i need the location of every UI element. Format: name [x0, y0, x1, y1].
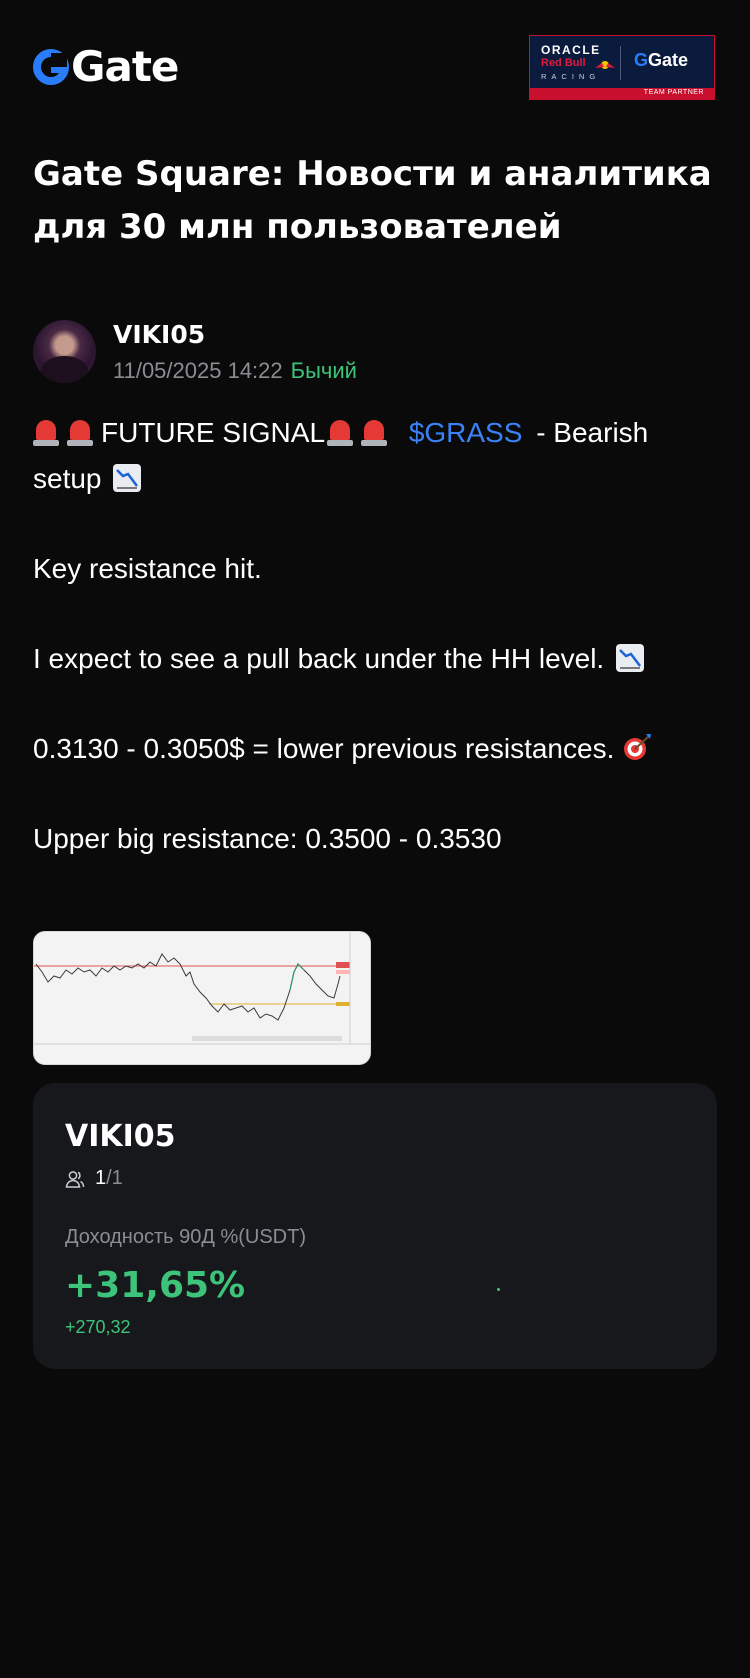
post-line-signal: FUTURE SIGNAL $GRASS - Bearish setup	[33, 410, 723, 502]
partner-badge[interactable]: ORACLE Red Bull RACING GGate TEAM PARTNE…	[529, 35, 715, 100]
sparkline	[497, 1288, 500, 1291]
badge-divider	[620, 46, 621, 80]
roi-value: +31,65%	[65, 1265, 246, 1306]
ticker-link[interactable]: $GRASS	[409, 417, 523, 448]
signal-label: FUTURE SIGNAL	[101, 417, 326, 448]
chart-image[interactable]	[33, 931, 371, 1065]
trader-name: VIKI05	[65, 1119, 176, 1154]
author-row: VIKI05 11/05/2025 14:22 Бычий	[33, 320, 723, 384]
chart-decreasing-icon	[616, 644, 644, 672]
post-line-pullback: I expect to see a pull back under the HH…	[33, 636, 723, 682]
author-name[interactable]: VIKI05	[113, 320, 205, 349]
post-line-targets: 0.3130 - 0.3050$ = lower previous resist…	[33, 726, 723, 772]
post-body: FUTURE SIGNAL $GRASS - Bearish setup Key…	[33, 410, 723, 862]
redbull-wordmark: Red Bull	[541, 57, 586, 69]
sentiment-badge: Бычий	[290, 358, 357, 383]
siren-icon	[67, 418, 93, 446]
chart-image-preview	[34, 932, 370, 1064]
post-timestamp: 11/05/2025 14:22	[113, 358, 283, 383]
partner-strip: TEAM PARTNER	[530, 88, 714, 99]
avatar[interactable]	[33, 320, 96, 383]
siren-icon	[33, 418, 59, 446]
brand-name: Gate	[71, 42, 179, 91]
team-partner-label: TEAM PARTNER	[643, 89, 704, 96]
chart-decreasing-icon	[113, 464, 142, 492]
author-meta: 11/05/2025 14:22 Бычий	[113, 358, 357, 384]
target-icon	[624, 734, 652, 760]
gate-logo-icon	[33, 49, 69, 85]
trader-card[interactable]: VIKI05 1/1 Доходность 90Д %(USDT) +31,65…	[33, 1083, 717, 1369]
post-line-upper: Upper big resistance: 0.3500 - 0.3530	[33, 823, 502, 854]
siren-icon	[327, 418, 354, 446]
racing-wordmark: RACING	[541, 72, 601, 81]
followers-count: 1/1	[65, 1167, 123, 1190]
post-line-resistance: Key resistance hit.	[33, 553, 262, 584]
gate-mini-wordmark: GGate	[634, 50, 689, 70]
users-icon	[65, 1170, 85, 1188]
bull-icon	[595, 61, 615, 69]
header: Gate ORACLE Red Bull RACING GGate TEAM P…	[0, 0, 750, 120]
page-title: Gate Square: Новости и аналитика для 30 …	[33, 154, 712, 247]
gate-mini-icon: G	[634, 50, 649, 70]
siren-icon	[361, 418, 388, 446]
pnl-value: +270,32	[65, 1317, 131, 1337]
roi-label: Доходность 90Д %(USDT)	[65, 1226, 306, 1248]
gate-logo[interactable]: Gate	[33, 42, 179, 91]
followers-current: 1	[95, 1167, 107, 1189]
oracle-wordmark: ORACLE	[541, 43, 601, 57]
followers-total: /1	[106, 1167, 123, 1189]
